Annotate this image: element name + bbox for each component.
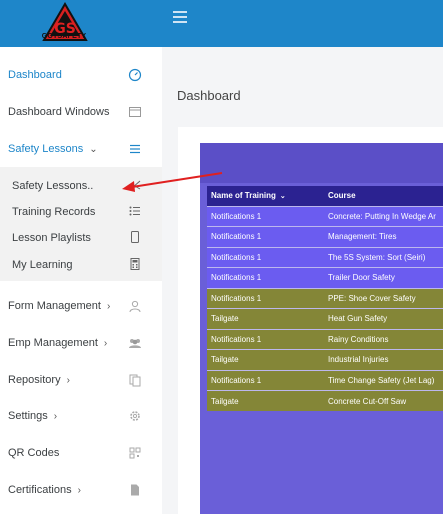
cell-name-of-training: Tailgate — [207, 349, 324, 370]
cell-course: Trailer Door Safety — [324, 267, 443, 288]
annotation-arrow — [122, 172, 223, 192]
table-row[interactable]: Tailgate Concrete Cut-Off Saw — [207, 390, 443, 411]
chevron-right-icon: › — [103, 338, 108, 349]
table-row[interactable]: Notifications 1 Trailer Door Safety — [207, 267, 443, 288]
submenu-item-label: My Learning — [12, 259, 73, 271]
sidebar-item-label: QR Codes — [8, 447, 60, 459]
cell-name-of-training: Tailgate — [207, 308, 324, 329]
chevron-right-icon: › — [77, 485, 81, 496]
copy-icon — [129, 374, 141, 387]
submenu-item-lesson-playlists[interactable]: Lesson Playlists — [0, 225, 162, 251]
chevron-right-icon: › — [106, 301, 111, 312]
submenu-item-label: Training Records — [12, 206, 96, 218]
submenu-item-label: Safety Lessons.. — [12, 180, 94, 192]
sidebar-item-label: Dashboard Windows — [8, 106, 110, 118]
submenu-item-label: Lesson Playlists — [12, 232, 91, 244]
table-row[interactable]: Tailgate Heat Gun Safety — [207, 308, 443, 329]
user-icon — [129, 300, 141, 313]
sort-down-icon: ⌄ — [279, 193, 286, 201]
gauge-icon — [128, 68, 142, 82]
cell-name-of-training: Notifications 1 — [207, 226, 324, 247]
sidebar-item-form-management[interactable]: Form Management › — [0, 290, 162, 327]
cell-name-of-training: Notifications 1 — [207, 369, 324, 391]
table-header-row: Name of Training ⌄ Course — [207, 186, 443, 206]
page-title: Dashboard — [177, 88, 241, 103]
cell-course: Management: Tires — [324, 226, 443, 247]
cell-course: The 5S System: Sort (Seiri) — [324, 246, 443, 268]
cell-name-of-training: Notifications 1 — [207, 246, 324, 268]
bullet-list-icon — [129, 206, 140, 216]
table-row[interactable]: Notifications 1 Time Change Safety (Jet L… — [207, 369, 443, 391]
list-icon — [130, 144, 140, 154]
qr-icon — [129, 447, 141, 459]
sidebar-item-label: Emp Management — [8, 337, 98, 349]
cell-name-of-training: Notifications 1 — [207, 287, 324, 309]
cell-course: Industrial Injuries — [324, 349, 443, 370]
sidebar-item-settings[interactable]: Settings › — [0, 400, 162, 437]
sidebar-item-label: Certifications — [8, 484, 72, 496]
table-row[interactable]: Tailgate Industrial Injuries — [207, 349, 443, 370]
cell-name-of-training: Notifications 1 — [207, 205, 324, 227]
sidebar-item-safety-lessons[interactable]: Safety Lessons ⌄ — [0, 133, 162, 170]
chevron-right-icon: › — [66, 375, 70, 386]
document-icon — [131, 484, 139, 496]
sidebar-item-repository[interactable]: Repository › — [0, 364, 162, 401]
table-row[interactable]: Notifications 1 PPE: Shoe Cover Safety — [207, 287, 443, 309]
sidebar-item-dashboard-windows[interactable]: Dashboard Windows — [0, 96, 162, 133]
widget-panel-header — [200, 143, 443, 183]
column-header-course[interactable]: Course — [324, 186, 443, 206]
table-row[interactable]: Notifications 1 The 5S System: Sort (Seir… — [207, 246, 443, 268]
cell-name-of-training: Notifications 1 — [207, 328, 324, 350]
cell-course: Heat Gun Safety — [324, 308, 443, 329]
sidebar-item-label: Safety Lessons — [8, 143, 84, 155]
cell-course: Concrete Cut-Off Saw — [324, 390, 443, 411]
sidebar-item-label: Form Management — [8, 300, 101, 312]
table-row[interactable]: Notifications 1 Concrete: Putting In Wedg… — [207, 205, 443, 227]
cell-course: Concrete: Putting In Wedge Ar — [324, 205, 443, 227]
sidebar-item-certifications[interactable]: Certifications › — [0, 474, 162, 511]
logo-area[interactable]: GS GOTSAFETY — [0, 0, 162, 47]
cell-course: Time Change Safety (Jet Lag) — [324, 369, 443, 391]
sidebar-item-label: Repository — [8, 374, 61, 386]
gear-icon — [130, 411, 140, 421]
table-row[interactable]: Notifications 1 Management: Tires — [207, 226, 443, 247]
tablet-icon — [131, 231, 139, 243]
chevron-right-icon: › — [53, 411, 58, 422]
sidebar-item-qr-codes[interactable]: QR Codes — [0, 437, 162, 474]
calculator-icon — [130, 258, 140, 270]
cell-name-of-training: Tailgate — [207, 390, 324, 411]
window-icon — [129, 107, 141, 117]
sidebar-item-label: Settings — [8, 410, 48, 422]
table-row[interactable]: Notifications 1 Rainy Conditions — [207, 328, 443, 350]
submenu-item-my-learning[interactable]: My Learning — [0, 252, 162, 278]
sidebar-item-dashboard[interactable]: Dashboard — [0, 59, 162, 96]
submenu-item-training-records[interactable]: Training Records — [0, 199, 162, 225]
logo-tagline: GOTSAFETY — [41, 33, 87, 40]
chevron-down-icon: ⌄ — [89, 144, 98, 155]
cell-name-of-training: Notifications 1 — [207, 267, 324, 288]
training-table: Name of Training ⌄ Course Notifications 1… — [207, 186, 443, 411]
cell-course: PPE: Shoe Cover Safety — [324, 287, 443, 309]
cell-course: Rainy Conditions — [324, 328, 443, 350]
hamburger-icon[interactable] — [173, 11, 187, 23]
sidebar-item-emp-management[interactable]: Emp Management › — [0, 327, 162, 364]
users-icon — [129, 339, 141, 348]
sidebar-item-label: Dashboard — [8, 69, 62, 81]
